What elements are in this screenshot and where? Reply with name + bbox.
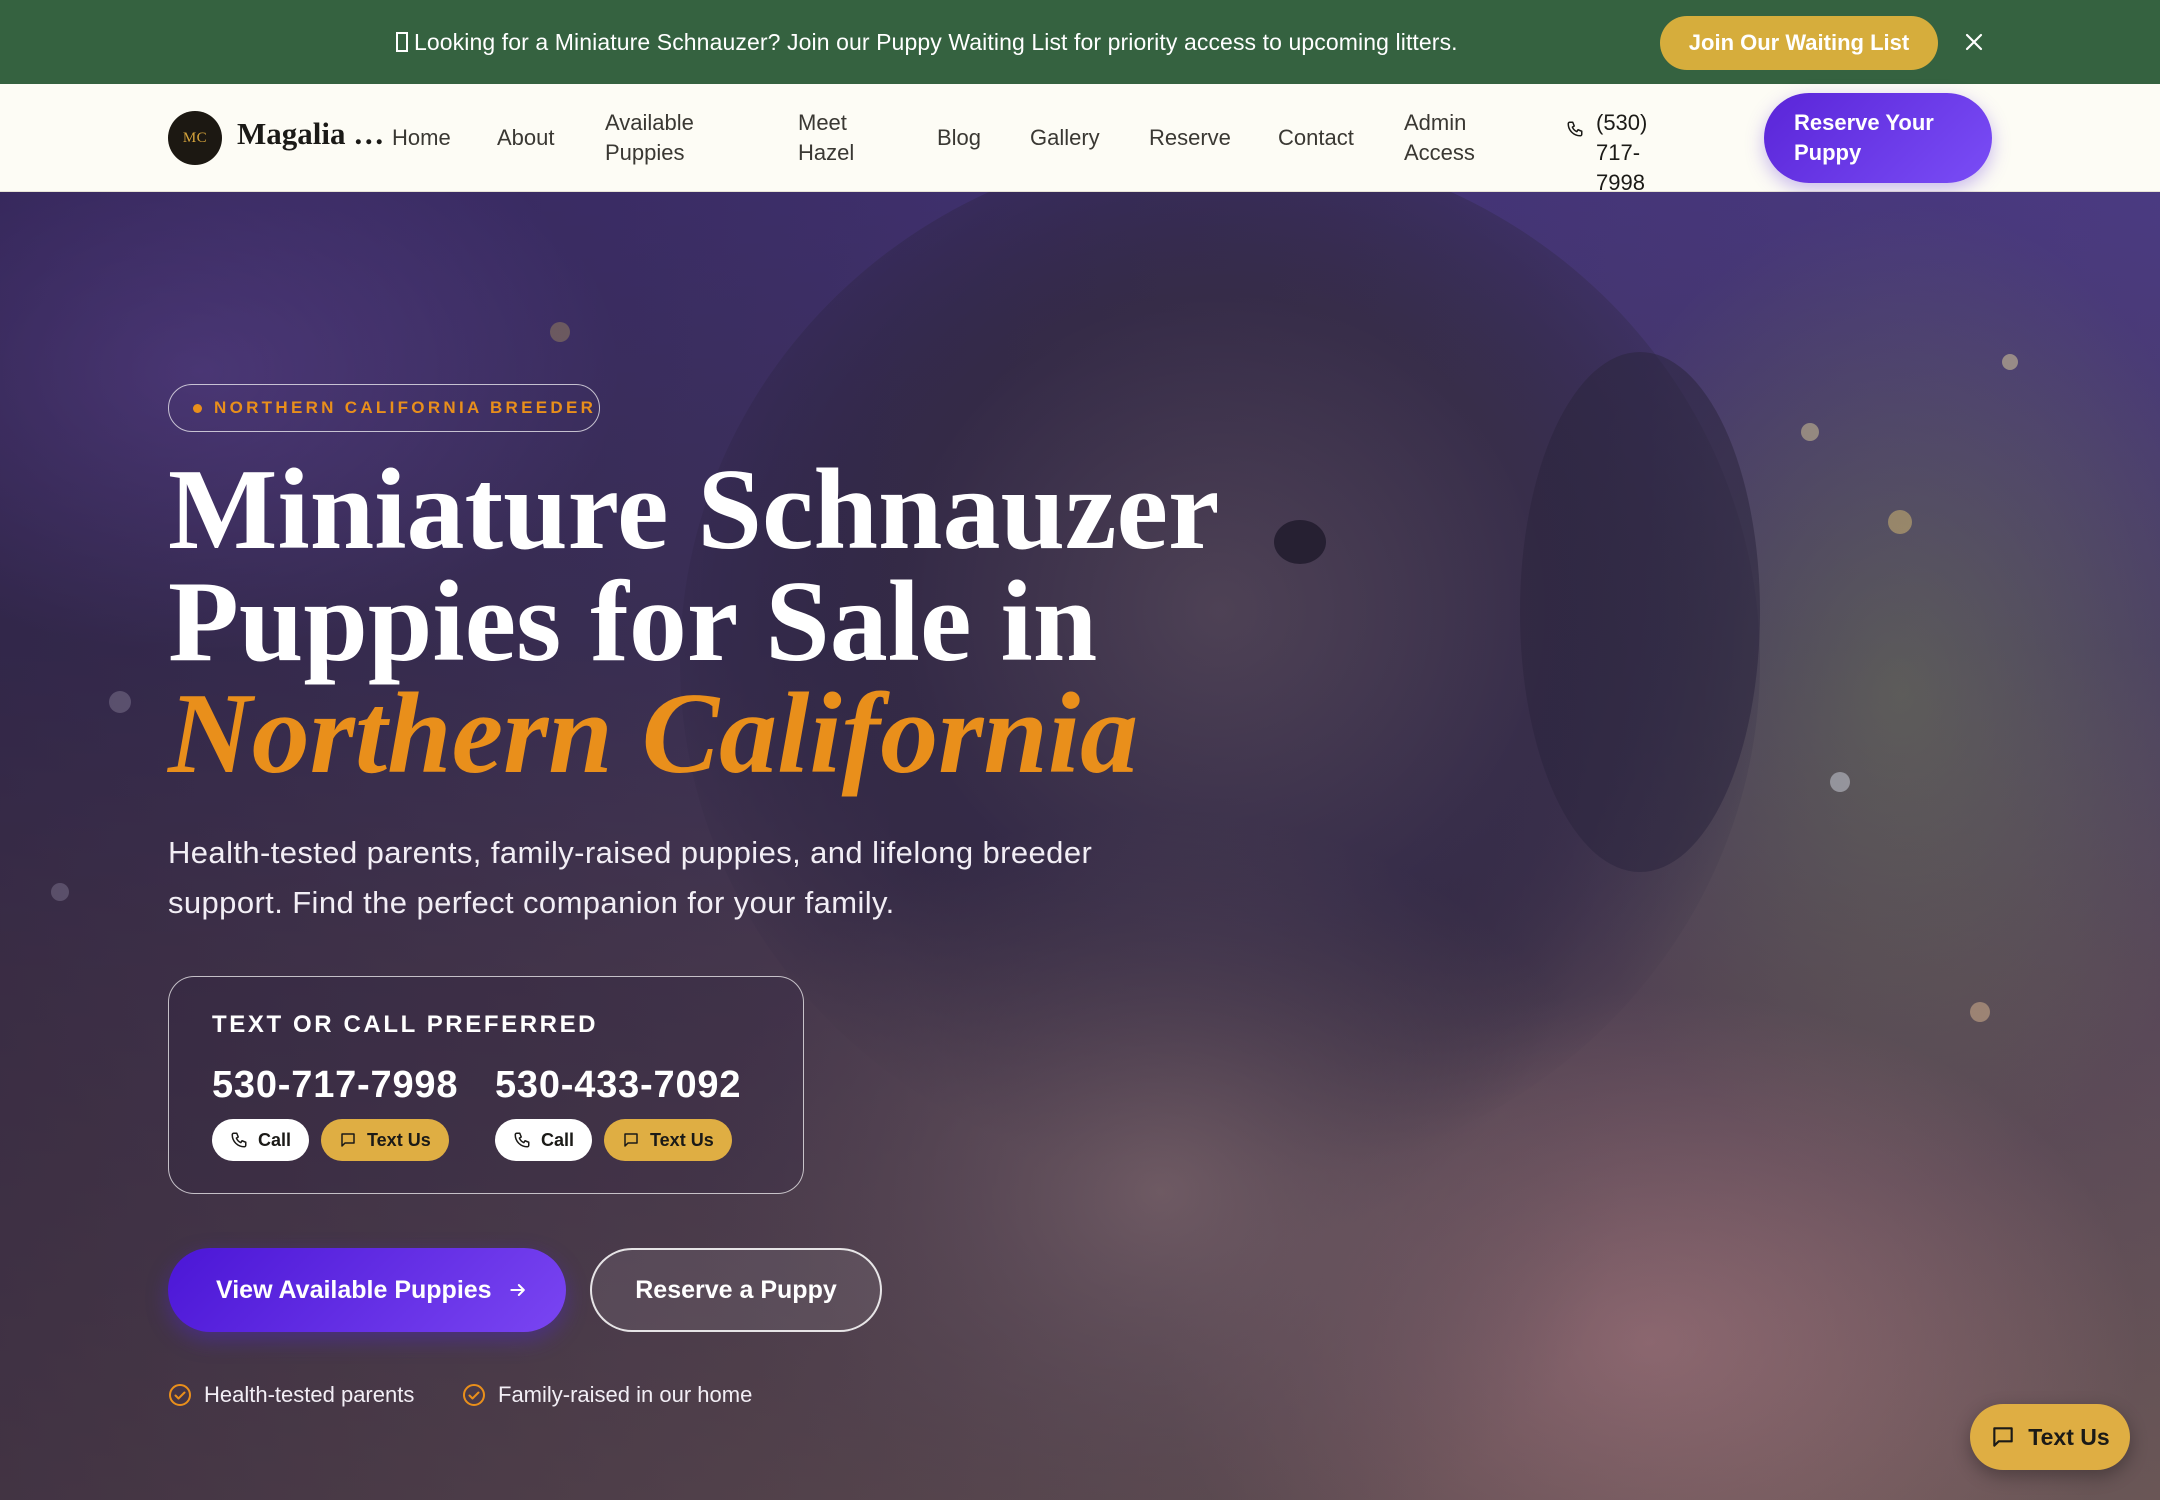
hero-title-accent: Northern California: [168, 670, 1139, 798]
view-available-puppies-button[interactable]: View Available Puppies: [168, 1248, 566, 1332]
nav-link-home[interactable]: Home: [392, 123, 451, 153]
main-navigation: MC Magalia Ch Home About Available Puppi…: [0, 84, 2160, 195]
text-button-1[interactable]: Text Us: [321, 1119, 449, 1161]
nav-link-blog[interactable]: Blog: [937, 123, 981, 153]
contact-label: TEXT OR CALL PREFERRED: [212, 1011, 599, 1038]
announcement-text: Looking for a Miniature Schnauzer? Join …: [414, 28, 1458, 55]
reserve-cta-line1: Reserve Your: [1794, 110, 1934, 135]
logo-icon[interactable]: MC: [168, 111, 222, 165]
nav-phone-link[interactable]: (530) 717- 7998: [1566, 108, 1694, 198]
message-icon: [341, 1133, 355, 1147]
trust-item-family-raised: Family-raised in our home: [462, 1382, 752, 1408]
phone-number-2[interactable]: 530-433-7092: [495, 1061, 744, 1109]
location-badge: NORTHERN CALIFORNIA BREEDER: [168, 384, 600, 432]
join-waiting-list-button[interactable]: Join Our Waiting List: [1660, 16, 1938, 70]
hero-section: NORTHERN CALIFORNIA BREEDER Miniature Sc…: [0, 192, 2160, 1500]
nav-link-available-puppies[interactable]: Available Puppies: [605, 108, 694, 168]
nav-link-meet-line2: Hazel: [798, 140, 855, 165]
check-circle-icon: [463, 1384, 485, 1406]
nav-link-gallery[interactable]: Gallery: [1030, 123, 1100, 153]
hero-title: Miniature Schnauzer Puppies for Sale in …: [168, 446, 1220, 798]
reserve-cta-line2: Puppy: [1794, 140, 1862, 165]
message-icon: [624, 1133, 638, 1147]
phone-icon: [514, 1132, 530, 1148]
hero-title-line2: Puppies for Sale in: [168, 558, 1098, 686]
announcement-bar: Looking for a Miniature Schnauzer? Join …: [0, 0, 2160, 84]
trust-item-health-tested: Health-tested parents: [168, 1382, 414, 1408]
trust-label-2: Family-raised in our home: [498, 1382, 753, 1407]
reserve-a-puppy-button[interactable]: Reserve a Puppy: [590, 1248, 882, 1332]
call-button-1[interactable]: Call: [212, 1119, 310, 1161]
badge-text: NORTHERN CALIFORNIA BREEDER: [214, 398, 597, 417]
text-button-2[interactable]: Text Us: [604, 1119, 732, 1161]
announcement-message: Looking for a Miniature Schnauzer? Join …: [396, 0, 1458, 84]
primary-button-label: View Available Puppies: [216, 1275, 492, 1304]
badge-dot: [193, 403, 202, 413]
call-button-2[interactable]: Call: [495, 1119, 593, 1161]
text-label-1: Text Us: [367, 1129, 431, 1150]
nav-phone-text: (530) 717- 7998: [1596, 108, 1694, 198]
phone-1-actions: Call Text Us: [212, 1119, 461, 1161]
trust-label-1: Health-tested parents: [204, 1382, 415, 1407]
call-label-1: Call: [258, 1129, 292, 1150]
contact-phone-2: 530-433-7092 Call Text Us: [495, 1061, 744, 1161]
phone-icon: [1567, 121, 1583, 137]
site-name[interactable]: Magalia Ch: [237, 116, 392, 152]
close-icon[interactable]: [1960, 26, 1988, 58]
call-label-2: Call: [541, 1129, 575, 1150]
announcement-glyph-icon: [396, 32, 408, 52]
reserve-your-puppy-button[interactable]: Reserve Your Puppy: [1764, 93, 1992, 183]
nav-phone-line1: (530) 717-: [1596, 110, 1648, 165]
nav-link-contact[interactable]: Contact: [1278, 123, 1354, 153]
nav-link-admin-line1: Admin: [1404, 110, 1467, 135]
phone-icon: [231, 1132, 247, 1148]
phone-2-actions: Call Text Us: [495, 1119, 744, 1161]
contact-phone-1: 530-717-7998 Call Text Us: [212, 1061, 461, 1161]
arrow-right-icon: [509, 1284, 525, 1296]
nav-link-meet-line1: Meet: [798, 110, 847, 135]
message-icon: [1993, 1427, 2014, 1447]
hero-subtitle: Health-tested parents, family-raised pup…: [168, 835, 1093, 920]
nav-link-reserve[interactable]: Reserve: [1149, 123, 1231, 153]
nav-link-available-line2: Puppies: [605, 140, 685, 165]
check-circle-icon: [169, 1384, 191, 1406]
floating-button-label: Text Us: [2028, 1423, 2110, 1450]
floating-text-us-button[interactable]: Text Us: [1970, 1404, 2130, 1470]
phone-number-1[interactable]: 530-717-7998: [212, 1061, 461, 1109]
nav-link-meet-hazel[interactable]: Meet Hazel: [798, 108, 854, 168]
nav-link-admin-access[interactable]: Admin Access: [1404, 108, 1475, 168]
contact-card: TEXT OR CALL PREFERRED 530-717-7998 Call…: [168, 976, 804, 1194]
nav-link-about[interactable]: About: [497, 123, 555, 153]
nav-link-admin-line2: Access: [1404, 140, 1475, 165]
text-label-2: Text Us: [650, 1129, 714, 1150]
hero-title-line1: Miniature Schnauzer: [168, 446, 1220, 574]
nav-link-available-line1: Available: [605, 110, 694, 135]
